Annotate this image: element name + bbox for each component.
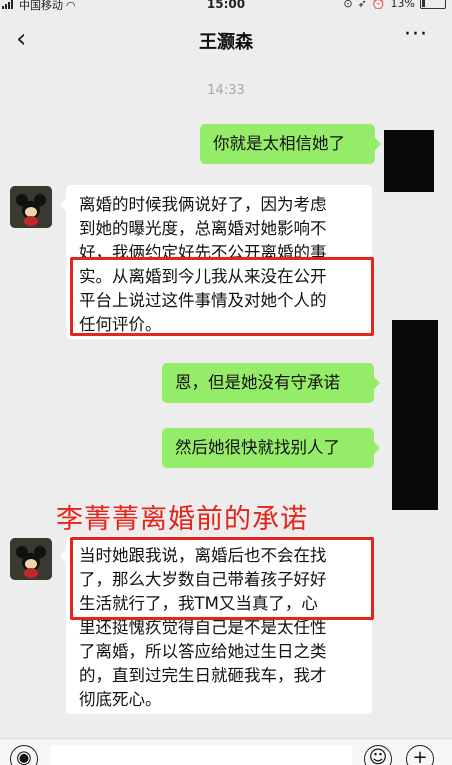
more-icon[interactable]: ···	[404, 22, 428, 47]
battery-label: 13%	[390, 0, 415, 10]
redacted-avatar	[384, 130, 434, 192]
message-bubble[interactable]: 你就是太相信她了	[200, 124, 381, 164]
message-text: 恩，但是她没有守承诺	[175, 373, 340, 392]
emoji-icon[interactable]: ☺	[364, 745, 392, 765]
status-bar: 中国移动 ◠ 15:00 ⊙ ➶ ⏰ 13%	[0, 0, 452, 14]
mickey-icon	[10, 186, 52, 228]
message-bubble[interactable]: 然后她很快就找别人了	[162, 428, 380, 468]
contact-avatar[interactable]	[10, 538, 52, 580]
annotation-caption: 李菁菁离婚前的承诺	[56, 504, 308, 535]
message-line: 彻底死心。	[79, 690, 162, 709]
location-icon: ➶	[357, 0, 367, 10]
message-line: 离婚的时候我俩说好了，因为考虑	[79, 195, 327, 214]
message-text: 你就是太相信她了	[213, 134, 345, 153]
nav-bar: ‹ 王灏森 ···	[0, 14, 452, 66]
input-bar: ◉ ☺ +	[0, 738, 452, 765]
battery-icon	[420, 0, 446, 9]
alarm-icon: ⏰	[371, 0, 386, 10]
voice-icon[interactable]: ◉	[10, 745, 38, 765]
chat-title: 王灏森	[199, 32, 253, 53]
battery-fill	[422, 0, 425, 7]
redacted-avatar	[392, 320, 438, 510]
mickey-icon	[10, 538, 52, 580]
message-input[interactable]	[50, 745, 352, 765]
lock-rotation-icon: ⊙	[343, 0, 353, 10]
status-right: ⊙ ➶ ⏰ 13%	[343, 0, 446, 10]
highlight-box	[70, 257, 374, 336]
message-bubble[interactable]: 恩，但是她没有守承诺	[162, 363, 380, 403]
contact-avatar[interactable]	[10, 186, 52, 228]
message-line: 的，直到过完生日就砸我车，我才	[79, 666, 327, 685]
message-line: 了离婚，所以答应给她过生日之类	[79, 642, 327, 661]
message-timestamp: 14:33	[207, 83, 245, 98]
plus-icon[interactable]: +	[406, 745, 434, 765]
message-line: 到她的曝光度，总离婚对她影响不	[79, 219, 327, 238]
highlight-box	[70, 537, 374, 620]
message-text: 然后她很快就找别人了	[175, 438, 340, 457]
